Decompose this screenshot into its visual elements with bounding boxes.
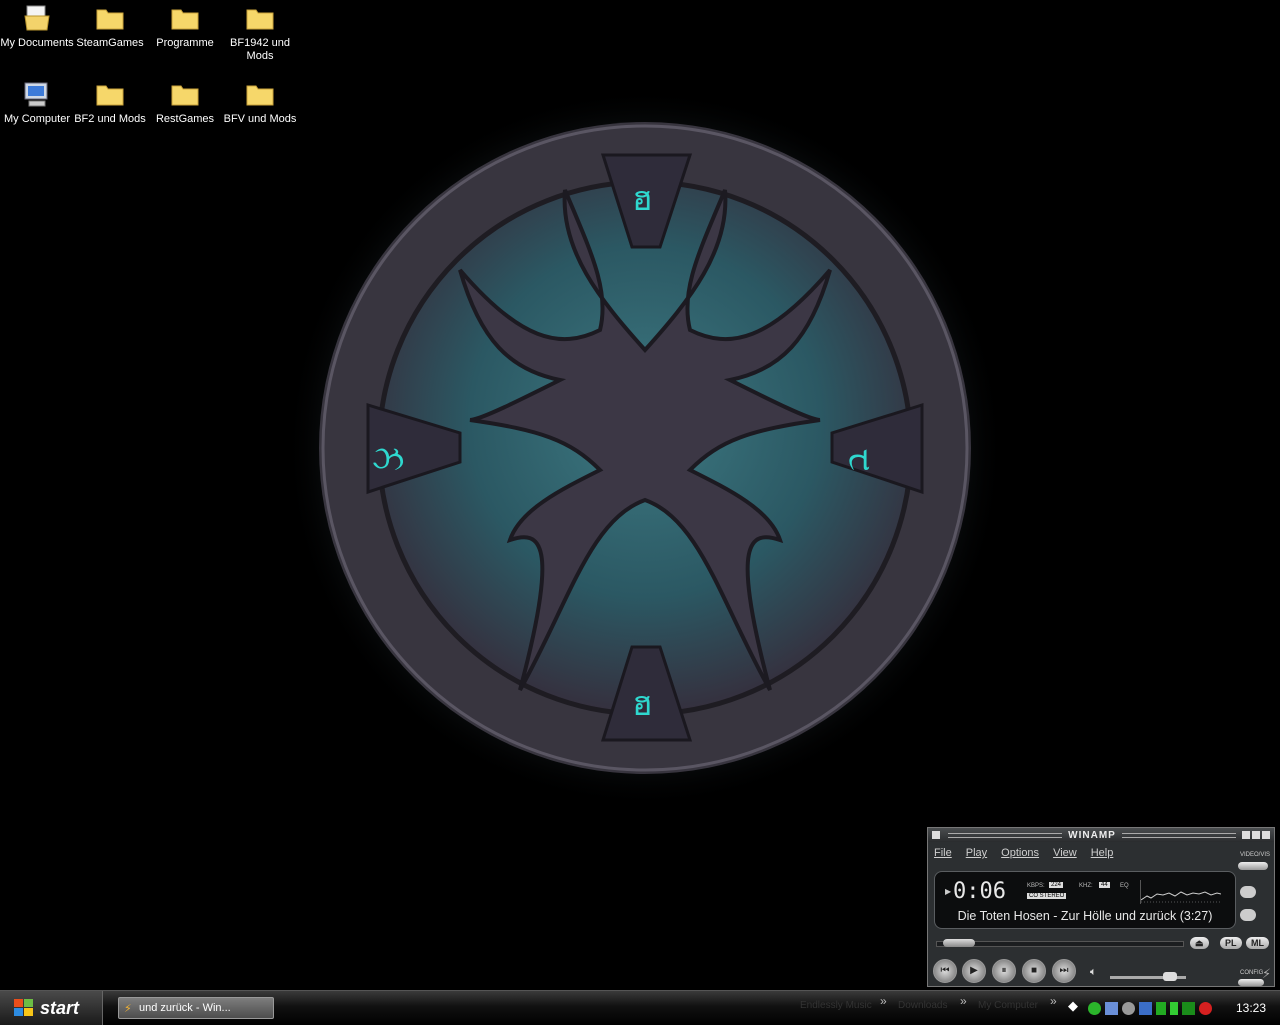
play-indicator-icon: ▶ bbox=[945, 887, 952, 896]
seek-bar[interactable] bbox=[936, 939, 1184, 947]
winamp-sidebar: VIDEO/VIS CONFIG ⚡︎ bbox=[1234, 842, 1274, 986]
svg-text:ઝ: ઝ bbox=[372, 439, 404, 479]
menu-options[interactable]: Options bbox=[1001, 847, 1039, 859]
desktop-icon-bf1942-und-mods[interactable]: BF1942 und Mods bbox=[223, 2, 297, 63]
play-icon[interactable]: ▶ bbox=[962, 959, 986, 983]
track-title: Die Toten Hosen - Zur Hölle und zurück (… bbox=[957, 909, 1213, 923]
clock[interactable]: 13:23 bbox=[1236, 1001, 1266, 1015]
quick-link-endlessly-music[interactable]: Endlessly Music bbox=[800, 1000, 872, 1011]
winamp-title: WINAMP bbox=[1068, 829, 1116, 841]
kbps-value: 224 bbox=[1049, 882, 1064, 888]
shade-icon[interactable] bbox=[1252, 831, 1261, 839]
desktop-icon-my-documents[interactable]: My Documents bbox=[0, 2, 74, 50]
desktop-icon-bf2-und-mods[interactable]: BF2 und Mods bbox=[73, 78, 147, 126]
tray-wifi-icon[interactable] bbox=[1139, 1001, 1152, 1015]
chevron-icon: » bbox=[960, 994, 967, 1008]
next-icon[interactable]: ⏭ bbox=[1052, 959, 1076, 983]
khz-label: KHZ: bbox=[1079, 883, 1093, 889]
titlebar-grip bbox=[948, 832, 1063, 838]
minimize-icon[interactable] bbox=[1242, 831, 1251, 839]
my-computer-icon bbox=[24, 82, 48, 107]
titlebar-grip bbox=[1121, 832, 1237, 838]
my-documents-icon bbox=[24, 5, 50, 31]
tray-battery-icon[interactable] bbox=[1170, 1001, 1178, 1015]
svg-text:ฮ: ฮ bbox=[632, 684, 653, 724]
winamp-titlebar[interactable]: WINAMP bbox=[928, 828, 1274, 842]
mute-icon[interactable]: 🔈︎ bbox=[1090, 966, 1097, 979]
folder-icon bbox=[246, 85, 274, 106]
pause-icon[interactable]: ⏸ bbox=[992, 959, 1016, 983]
volume-thumb[interactable] bbox=[1163, 972, 1177, 981]
tray-antivirus-icon[interactable] bbox=[1199, 1001, 1212, 1015]
desktop-icon-label: RestGames bbox=[155, 113, 215, 125]
folder-icon bbox=[171, 85, 199, 106]
spectrum-visualizer[interactable] bbox=[1140, 880, 1221, 904]
menu-view[interactable]: View bbox=[1053, 847, 1077, 859]
shuffle-icon[interactable] bbox=[1240, 909, 1256, 921]
eq-label[interactable]: EQ bbox=[1120, 883, 1129, 889]
menu-help[interactable]: Help bbox=[1091, 847, 1114, 859]
tray-clover-icon[interactable] bbox=[1088, 1001, 1101, 1015]
close-icon[interactable] bbox=[1262, 831, 1271, 839]
seek-thumb[interactable] bbox=[943, 939, 975, 947]
lightning-icon[interactable]: ⚡︎ bbox=[1262, 966, 1271, 982]
quick-link-my-computer[interactable]: My Computer bbox=[978, 1000, 1038, 1011]
menu-play[interactable]: Play bbox=[966, 847, 987, 859]
tray-monitor-icon[interactable] bbox=[1156, 1001, 1166, 1015]
kbps-label: KBPS: bbox=[1027, 883, 1045, 889]
start-button[interactable]: start bbox=[0, 991, 103, 1025]
folder-icon bbox=[171, 9, 199, 30]
eject-button[interactable]: ⏏ bbox=[1190, 937, 1209, 949]
desktop-icon-restgames[interactable]: RestGames bbox=[148, 78, 222, 126]
task-label: und zurück - Win... bbox=[139, 1002, 231, 1014]
svg-text:ฮ: ฮ bbox=[632, 179, 653, 219]
khz-value: 44 bbox=[1099, 882, 1110, 888]
desktop-icon-label: My Computer bbox=[3, 113, 71, 125]
stop-icon[interactable]: ■ bbox=[1022, 959, 1046, 983]
menu-file[interactable]: File bbox=[934, 847, 952, 859]
desktop-icon-programme[interactable]: Programme bbox=[148, 2, 222, 50]
video-vis-label: VIDEO/VIS bbox=[1240, 852, 1271, 858]
winamp-window[interactable]: WINAMP File Play Options View Help ▶ 0:0… bbox=[927, 827, 1275, 987]
tray-usb-icon[interactable] bbox=[1182, 1001, 1195, 1015]
chevron-icon: » bbox=[1050, 994, 1057, 1008]
volume-slider[interactable] bbox=[1110, 972, 1186, 981]
svg-text:ત: ત bbox=[848, 439, 871, 479]
start-label: start bbox=[40, 997, 80, 1018]
desktop-icon-label: Programme bbox=[156, 37, 214, 49]
winamp-icon: ⚡︎ bbox=[124, 1003, 132, 1015]
desktop-icon-my-computer[interactable]: My Computer bbox=[0, 78, 74, 126]
tray-steam-icon[interactable] bbox=[1122, 1001, 1135, 1015]
tray-network-icon[interactable] bbox=[1105, 1001, 1118, 1015]
chevron-icon: » bbox=[880, 994, 887, 1008]
repeat-icon[interactable] bbox=[1240, 886, 1256, 898]
diamond-icon[interactable]: ◆ bbox=[1068, 998, 1078, 1014]
folder-icon bbox=[96, 9, 124, 30]
video-vis-toggle[interactable] bbox=[1238, 862, 1268, 870]
desktop-icon-label: BF2 und Mods bbox=[74, 113, 146, 125]
desktop-icon-label: BFV und Mods bbox=[223, 113, 297, 125]
system-tray: 13:23 bbox=[1088, 993, 1280, 1023]
windows-logo-icon bbox=[14, 999, 33, 1016]
winamp-menubar: File Play Options View Help bbox=[934, 847, 1113, 859]
taskbar: start ⚡︎ und zurück - Win... Endlessly M… bbox=[0, 990, 1280, 1025]
previous-icon[interactable]: ⏮ bbox=[933, 959, 957, 983]
quick-link-downloads[interactable]: Downloads bbox=[898, 1000, 947, 1011]
folder-icon bbox=[96, 85, 124, 106]
desktop-icon-label: My Documents bbox=[0, 37, 74, 49]
config-label: CONFIG bbox=[1240, 970, 1264, 976]
desktop-icon-bfv-und-mods[interactable]: BFV und Mods bbox=[223, 78, 297, 126]
taskbar-button-winamp[interactable]: ⚡︎ und zurück - Win... bbox=[118, 997, 274, 1019]
desktop-icon-steamgames[interactable]: SteamGames bbox=[73, 2, 147, 50]
desktop-icon-label: BF1942 und Mods bbox=[230, 37, 290, 62]
stereo-indicator: CO STEREO bbox=[1027, 893, 1067, 899]
folder-icon bbox=[246, 9, 274, 30]
desktop-icon-label: SteamGames bbox=[76, 37, 144, 49]
elapsed-time[interactable]: 0:06 bbox=[953, 879, 1006, 904]
winamp-display: ▶ 0:06 KBPS: 224 CO STEREO KHZ: 44 EQ Di… bbox=[934, 871, 1236, 929]
winamp-menu-icon[interactable] bbox=[932, 831, 940, 839]
config-toggle[interactable] bbox=[1238, 979, 1264, 986]
